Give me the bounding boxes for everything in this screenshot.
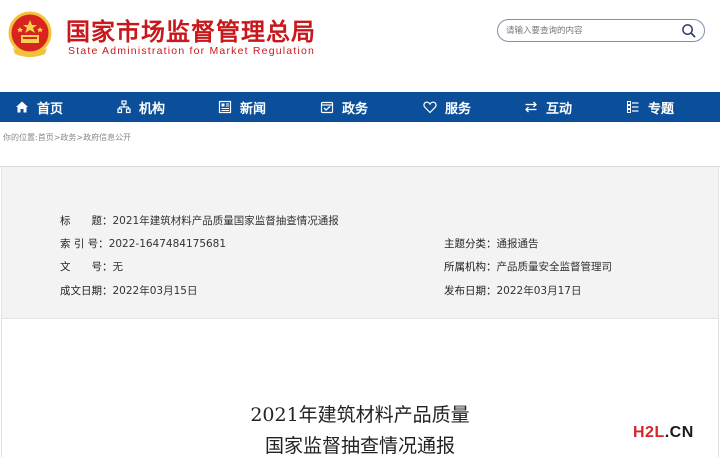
main-nav: 首页 机构 新闻 政务 服务 互动 专题 xyxy=(0,92,720,122)
nav-item-gov[interactable]: 政务 xyxy=(320,92,368,122)
nav-label-news: 新闻 xyxy=(240,101,267,117)
nav-item-home[interactable]: 首页 xyxy=(15,92,63,122)
info-topic-row: 主题分类：通报通告 xyxy=(444,236,539,251)
exchange-icon xyxy=(525,101,537,113)
info-index-row: 索 引 号：2022-1647484175681 xyxy=(60,236,226,251)
national-emblem-icon[interactable] xyxy=(5,10,55,60)
nav-label-org: 机构 xyxy=(139,101,166,117)
nav-item-interact[interactable]: 互动 xyxy=(524,92,572,122)
nav-item-topics[interactable]: 专题 xyxy=(626,92,674,122)
search-icon[interactable] xyxy=(681,23,696,38)
info-docno-label: 文 号： xyxy=(60,261,113,273)
info-docno-row: 文 号：无 xyxy=(60,259,123,274)
document-title-line1: 2021年建筑材料产品质量 xyxy=(250,404,470,426)
info-title-label: 标 题： xyxy=(60,215,113,227)
heart-icon xyxy=(423,101,437,114)
info-created-value: 2022年03月15日 xyxy=(112,285,198,297)
watermark-part1: H2L xyxy=(633,424,665,441)
nav-label-service: 服务 xyxy=(445,101,472,117)
search-box xyxy=(497,19,705,42)
watermark-logo: H2L.CN xyxy=(633,424,694,442)
info-topic-value: 通报通告 xyxy=(496,238,539,250)
site-title[interactable]: 国家市场监督管理总局 xyxy=(66,12,316,47)
nav-label-topics: 专题 xyxy=(648,101,675,117)
nav-item-org[interactable]: 机构 xyxy=(117,92,165,122)
home-icon xyxy=(16,101,28,113)
list-icon xyxy=(627,101,639,113)
watermark-part2: .CN xyxy=(664,424,694,441)
info-org-value: 产品质量安全监督管理司 xyxy=(496,261,613,273)
nav-label-interact: 互动 xyxy=(546,101,573,117)
info-published-row: 发布日期：2022年03月17日 xyxy=(444,283,581,298)
gov-icon xyxy=(320,101,334,114)
info-title-row: 标 题：2021年建筑材料产品质量国家监督抽查情况通报 xyxy=(60,213,339,228)
breadcrumb[interactable]: 你的位置:首页>政务>政府信息公开 xyxy=(3,132,131,143)
info-index-value: 2022-1647484175681 xyxy=(108,238,227,250)
info-published-label: 发布日期： xyxy=(444,285,497,297)
info-org-label: 所属机构： xyxy=(444,261,497,273)
info-created-label: 成文日期： xyxy=(60,285,113,297)
info-created-row: 成文日期：2022年03月15日 xyxy=(60,283,197,298)
site-header: 国家市场监督管理总局 State Administration for Mark… xyxy=(0,0,720,92)
nav-label-home: 首页 xyxy=(37,101,64,117)
site-subtitle-en: State Administration for Market Regulati… xyxy=(68,45,316,57)
info-topic-label: 主题分类： xyxy=(444,238,497,250)
info-docno-value: 无 xyxy=(112,261,124,273)
org-icon xyxy=(117,100,131,114)
nav-item-service[interactable]: 服务 xyxy=(423,92,471,122)
info-published-value: 2022年03月17日 xyxy=(496,285,582,297)
document-title-line2: 国家监督抽查情况通报 xyxy=(264,435,455,457)
search-input[interactable] xyxy=(506,23,676,38)
nav-label-gov: 政务 xyxy=(342,101,369,117)
info-index-label: 索 引 号： xyxy=(60,238,109,250)
news-icon xyxy=(218,100,232,114)
info-title-value: 2021年建筑材料产品质量国家监督抽查情况通报 xyxy=(112,215,339,227)
nav-item-news[interactable]: 新闻 xyxy=(218,92,266,122)
info-org-row: 所属机构：产品质量安全监督管理司 xyxy=(444,259,612,274)
